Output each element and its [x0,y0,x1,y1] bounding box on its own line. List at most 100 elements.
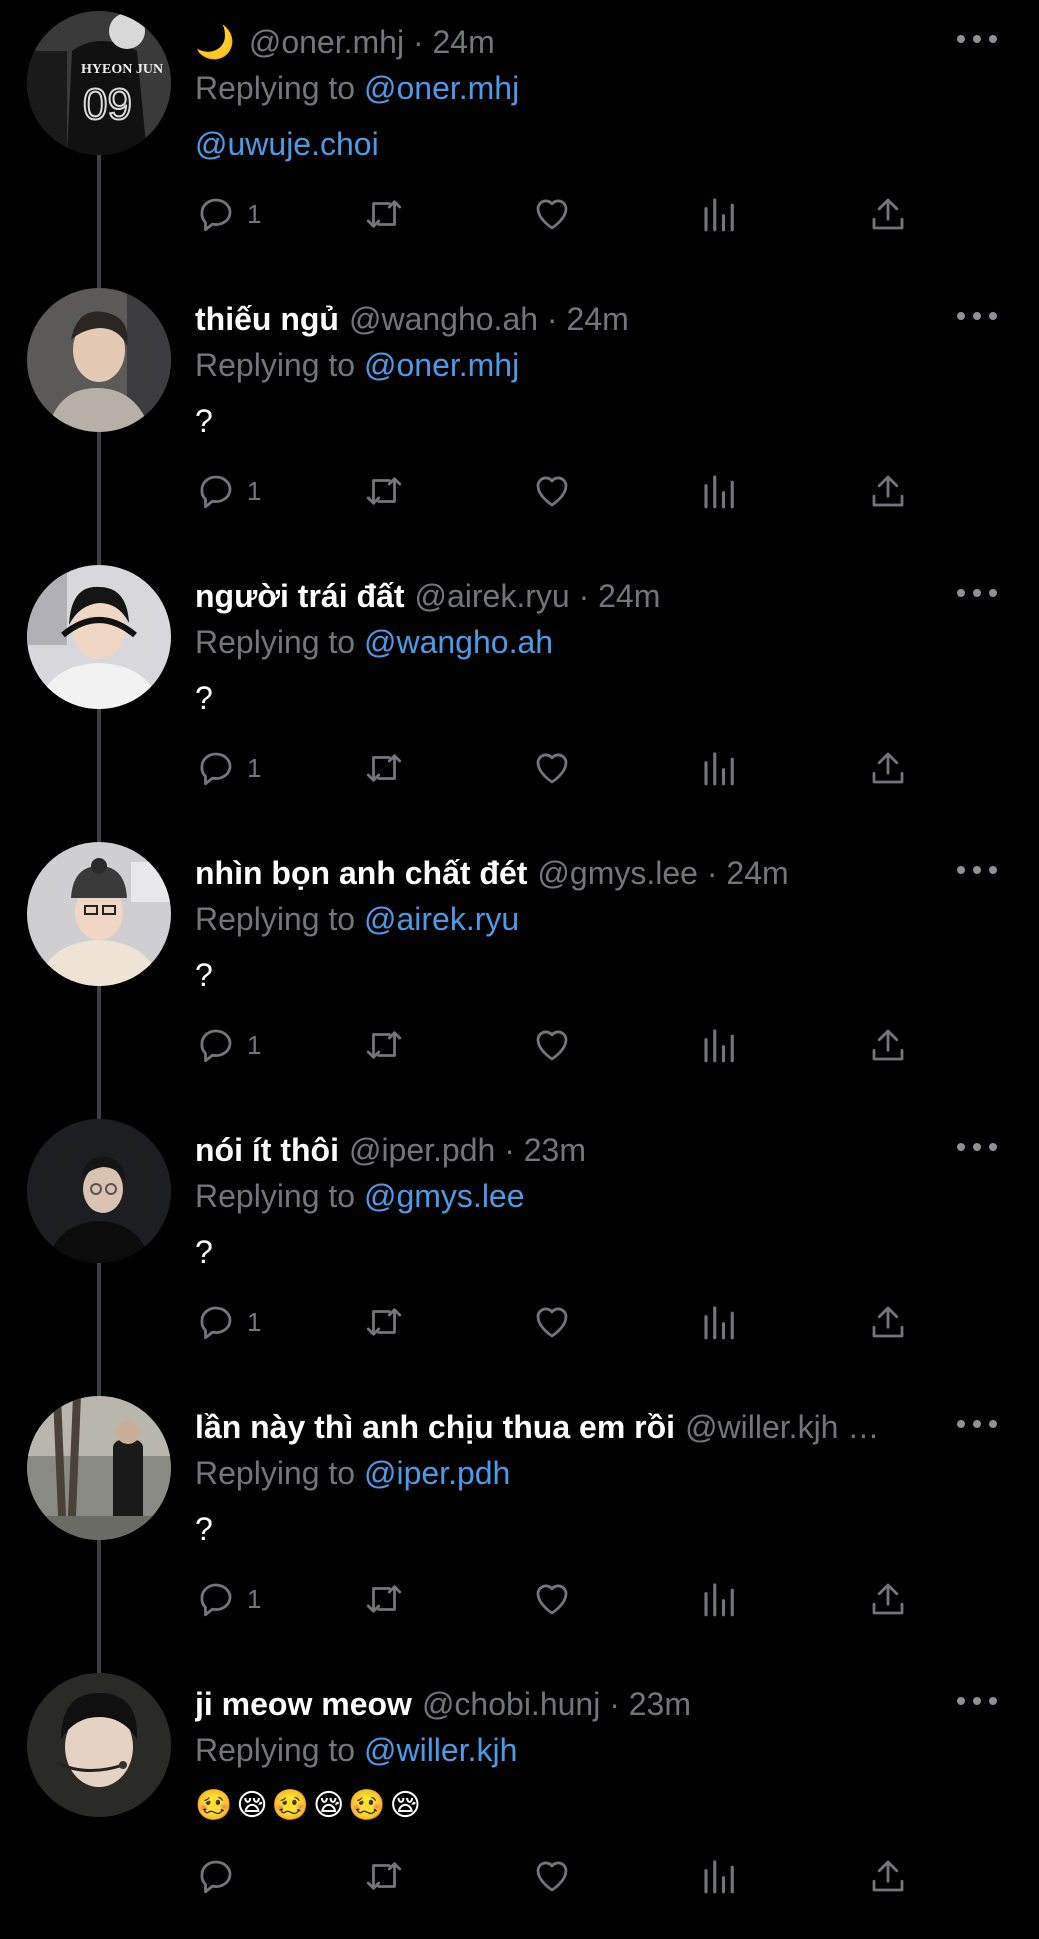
share-icon [872,198,904,230]
reply-button[interactable]: 1 [195,190,261,238]
like-button[interactable] [531,744,573,792]
reply-mention-link[interactable]: @willer.kjh [364,1732,517,1768]
views-icon [704,752,734,786]
reply-button[interactable]: 1 [195,1298,261,1346]
reply-mention-link[interactable]: @gmys.lee [364,1178,525,1214]
views-button[interactable] [699,1298,741,1346]
replying-to-label: Replying to [195,347,356,383]
tweet-actions: 1 [195,190,935,238]
tweet-text: ? [195,957,213,993]
tweet-actions [195,1852,935,1900]
tweet[interactable]: HYEON JUN 09 🌙 @oner.mhj · 24m Replying … [0,0,1039,277]
more-options-icon[interactable] [957,578,997,608]
share-button[interactable] [867,1298,909,1346]
display-name[interactable]: ji meow meow [195,1686,412,1723]
retweet-button[interactable] [363,467,405,515]
avatar[interactable] [27,1119,171,1263]
reply-mention-link[interactable]: @iper.pdh [364,1455,510,1491]
tweet[interactable]: thiếu ngủ @wangho.ah · 24m Replying to @… [0,277,1039,554]
avatar-image [27,842,171,986]
avatar[interactable] [27,565,171,709]
share-button[interactable] [867,1021,909,1069]
retweet-button[interactable] [363,1298,405,1346]
like-button[interactable] [531,1575,573,1623]
views-button[interactable] [699,467,741,515]
avatar[interactable] [27,1396,171,1540]
reply-mention-link[interactable]: @oner.mhj [364,70,519,106]
tweet[interactable]: nói ít thôi @iper.pdh · 23m Replying to … [0,1108,1039,1385]
like-button[interactable] [531,1021,573,1069]
more-options-icon[interactable] [957,1132,997,1162]
like-button[interactable] [531,467,573,515]
share-button[interactable] [867,190,909,238]
retweet-button[interactable] [363,1021,405,1069]
avatar-image [27,1396,171,1540]
display-name[interactable]: lần này thì anh chịu thua em rồi [195,1409,675,1446]
avatar[interactable] [27,1673,171,1817]
views-button[interactable] [699,190,741,238]
avatar[interactable]: HYEON JUN 09 [27,11,171,155]
share-button[interactable] [867,744,909,792]
user-handle[interactable]: @airek.ryu · 24m [414,578,660,615]
avatar[interactable] [27,288,171,432]
avatar-image [27,1119,171,1263]
more-options-icon[interactable] [957,301,997,331]
heart-icon [536,199,568,230]
user-handle[interactable]: @gmys.lee · 24m [537,855,788,892]
retweet-button[interactable] [363,1852,405,1900]
like-button[interactable] [531,1852,573,1900]
more-options-icon[interactable] [957,24,997,54]
replying-to-label: Replying to [195,901,356,937]
reply-icon [200,1860,232,1894]
user-handle[interactable]: @willer.kjh … [685,1409,879,1446]
user-handle[interactable]: @wangho.ah · 24m [349,301,629,338]
share-icon [872,752,904,784]
retweet-icon [366,1585,402,1613]
heart-icon [536,1584,568,1615]
retweet-button[interactable] [363,1575,405,1623]
retweet-button[interactable] [363,744,405,792]
reply-button[interactable]: 1 [195,1575,261,1623]
views-button[interactable] [699,1852,741,1900]
reply-mention-link[interactable]: @wangho.ah [364,624,553,660]
share-button[interactable] [867,1575,909,1623]
reply-button[interactable]: 1 [195,467,261,515]
reply-button[interactable] [195,1852,247,1900]
avatar[interactable] [27,842,171,986]
reply-mention-link[interactable]: @oner.mhj [364,347,519,383]
more-options-icon[interactable] [957,855,997,885]
display-name[interactable]: nhìn bọn anh chất đét [195,855,527,892]
replying-to: Replying to @airek.ryu [195,901,519,938]
display-name[interactable]: nói ít thôi [195,1132,339,1169]
like-button[interactable] [531,190,573,238]
share-button[interactable] [867,467,909,515]
reply-icon [200,1583,232,1617]
views-button[interactable] [699,744,741,792]
tweet[interactable]: nhìn bọn anh chất đét @gmys.lee · 24m Re… [0,831,1039,1108]
views-button[interactable] [699,1021,741,1069]
more-options-icon[interactable] [957,1409,997,1439]
views-button[interactable] [699,1575,741,1623]
display-name[interactable]: người trái đất [195,578,404,615]
user-handle[interactable]: @iper.pdh · 23m [349,1132,586,1169]
avatar-image [27,288,171,432]
tweet[interactable]: người trái đất @airek.ryu · 24m Replying… [0,554,1039,831]
reply-mention-link[interactable]: @airek.ryu [364,901,519,937]
tweet-text[interactable]: @uwuje.choi [195,126,379,163]
reply-button[interactable]: 1 [195,1021,261,1069]
like-button[interactable] [531,1298,573,1346]
heart-icon [536,1861,568,1892]
more-options-icon[interactable] [957,1686,997,1716]
user-handle[interactable]: @oner.mhj · 24m [249,24,495,61]
user-handle[interactable]: @chobi.hunj · 23m [422,1686,691,1723]
tweet[interactable]: ji meow meow @chobi.hunj · 23m Replying … [0,1662,1039,1939]
reply-count: 1 [247,1029,262,1060]
tweet[interactable]: lần này thì anh chịu thua em rồi @willer… [0,1385,1039,1662]
replying-to: Replying to @gmys.lee [195,1178,525,1215]
heart-icon [536,1030,568,1061]
reply-button[interactable]: 1 [195,744,261,792]
display-name[interactable]: thiếu ngủ [195,301,339,338]
replying-to: Replying to @wangho.ah [195,624,553,661]
retweet-button[interactable] [363,190,405,238]
share-button[interactable] [867,1852,909,1900]
